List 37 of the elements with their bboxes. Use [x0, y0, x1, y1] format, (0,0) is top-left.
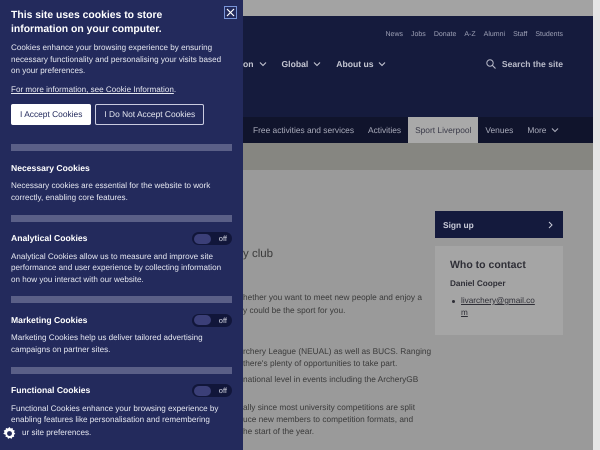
- contact-name: Daniel Cooper: [450, 279, 507, 288]
- paragraph: hether you want to meet new people and enjoy a y could be the sport for you.: [243, 291, 423, 316]
- cookie-description: Cookies enhance your browsing experience by ensuring necessary functionality and personalising your visits based on your preferences.: [11, 42, 222, 77]
- chevron-right-icon: [548, 220, 553, 228]
- nav-item[interactable]: Global: [282, 59, 322, 69]
- section-title: Functional Cookies: [11, 384, 90, 396]
- section-description: ur site preferences.: [22, 427, 92, 440]
- section-description: Necessary cookies are essential for the website to work correctly, enabling core features.: [11, 180, 212, 204]
- nav-tab[interactable]: Sport Liverpool: [408, 117, 478, 143]
- section-description: Marketing Cookies help us deliver tailored advertising campaigns on partner sites.: [11, 332, 204, 356]
- cookie-info-text: For more information, see Cookie Information.: [11, 84, 178, 96]
- email-link[interactable]: livarchery@gmail.com: [461, 295, 541, 319]
- section-description: Analytical Cookies allow us to measure and improve site performance and user experience by collecting information on how you interact with our website.: [11, 250, 222, 286]
- nav-tab[interactable]: Free activities and services: [246, 117, 362, 143]
- sign-up-button[interactable]: Sign up: [435, 211, 563, 238]
- bullet-icon: [452, 300, 455, 303]
- nav-tab[interactable]: Activities: [361, 117, 408, 143]
- section-title: Analytical Cookies: [11, 232, 88, 244]
- search-icon: [486, 59, 496, 69]
- nav-item[interactable]: About us: [336, 59, 386, 69]
- nav-item[interactable]: on: [243, 59, 266, 69]
- page-heading: y club: [243, 248, 274, 260]
- section-title: Marketing Cookies: [11, 314, 88, 326]
- decline-button[interactable]: I Do Not Accept Cookies: [95, 104, 204, 126]
- section-title: Necessary Cookies: [11, 162, 90, 174]
- nav-tab[interactable]: Venues: [478, 117, 520, 143]
- paragraph: national level in events including the ArcheryGB: [243, 373, 420, 386]
- cookie-info-link[interactable]: For more information, see Cookie Information: [11, 84, 174, 94]
- nav-tab[interactable]: More: [520, 117, 566, 143]
- accept-button[interactable]: I Accept Cookies: [11, 104, 92, 126]
- search-field[interactable]: Search the site: [486, 59, 563, 69]
- card-title: Who to contact: [450, 259, 527, 271]
- paragraph: rchery League (NEUAL) as well as BUCS. Ranging there's plenty of opportunities to take part.: [243, 344, 432, 370]
- paragraph: ally since most university competitions are split uce new members to competition formats, and he start of the year.: [243, 400, 416, 438]
- close-button[interactable]: [224, 6, 237, 19]
- cookie-banner-title: This site uses cookies to store information on your computer.: [11, 9, 164, 37]
- settings-icon[interactable]: [2, 426, 17, 441]
